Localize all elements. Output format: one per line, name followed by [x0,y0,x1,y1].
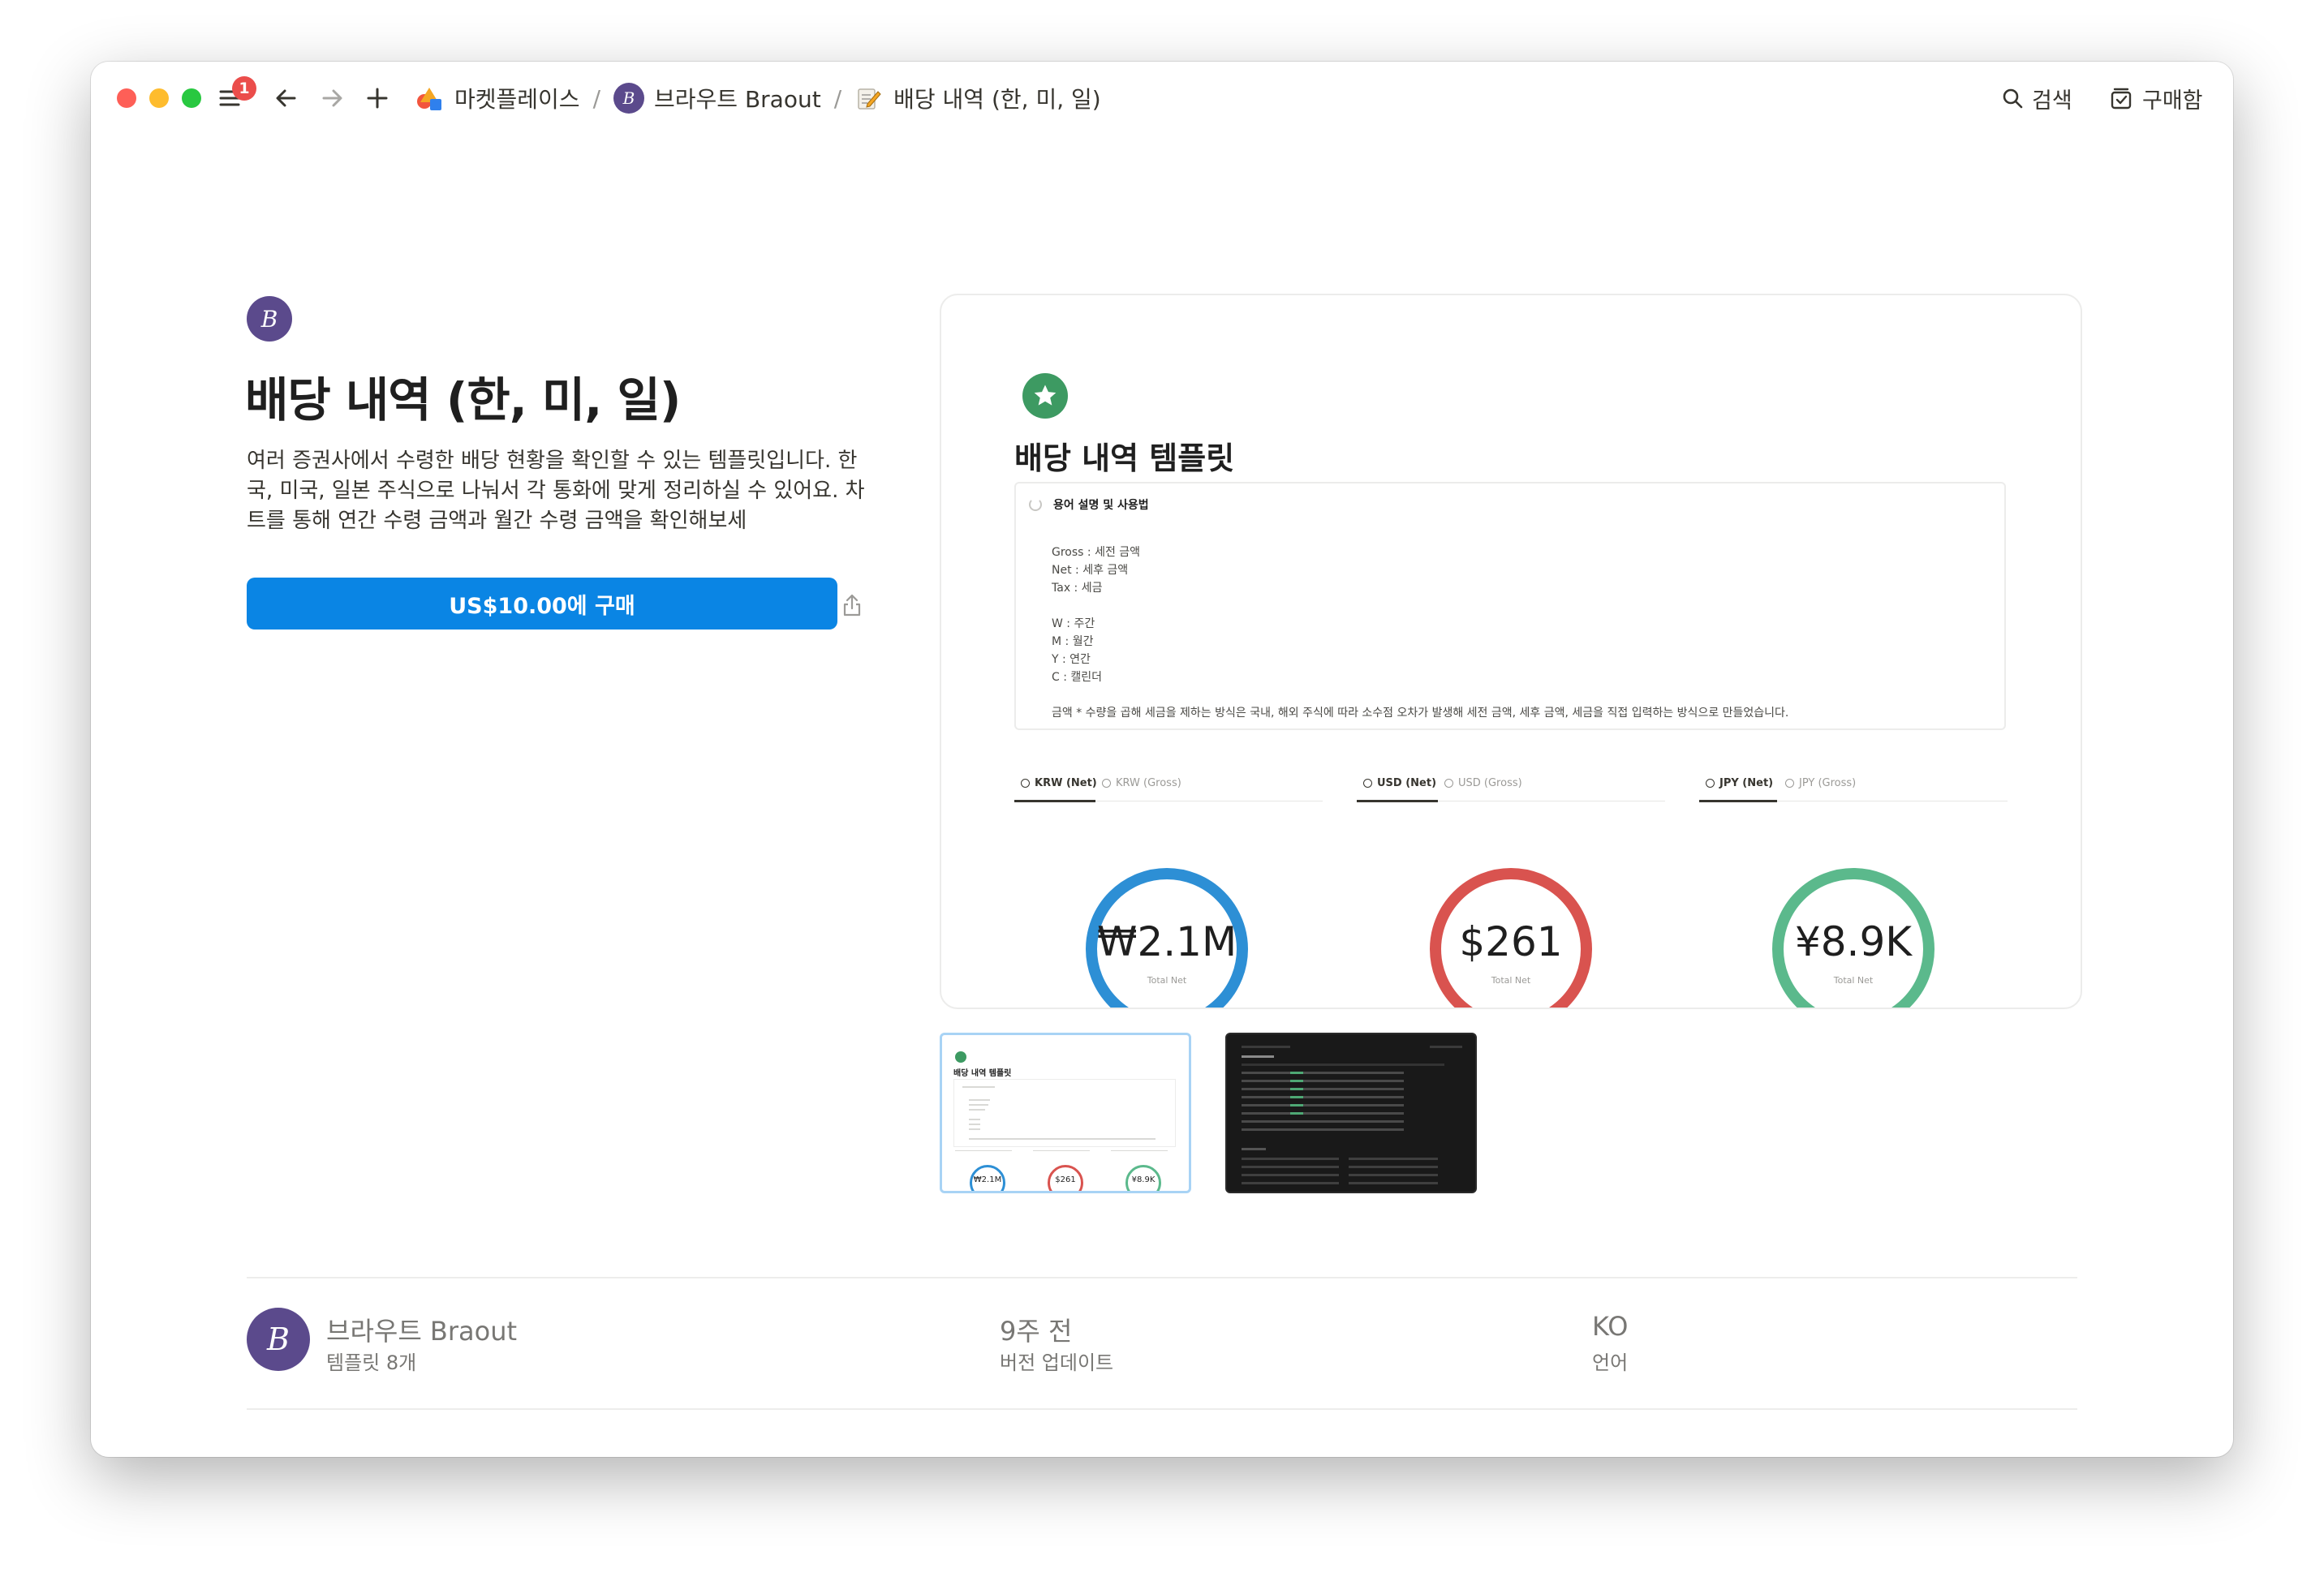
breadcrumb-label: 마켓플레이스 [454,86,580,113]
loading-icon [1029,498,1042,511]
search-icon [2003,88,2023,109]
tab-jpy-gross[interactable]: JPY (Gross) [1785,777,1856,789]
thumbnail-ring: ₩2.1M [970,1165,1005,1191]
language-value: KO [1592,1311,1629,1342]
thumbnail-1[interactable]: 배당 내역 템플릿 ₩2.1M $261 ¥8.9K [940,1033,1191,1193]
close-window-button[interactable] [117,88,136,108]
thumbnail-ring: $261 [1048,1165,1083,1191]
breadcrumb-label: 배당 내역 (한, 미, 일) [893,86,1101,113]
ring-value: ₩2.1M [1097,918,1237,965]
share-button[interactable] [828,589,876,621]
tab-usd-net[interactable]: USD (Net) [1363,777,1436,789]
ring-krw: ₩2.1M Total Net [1086,868,1248,1008]
callout-line: C : 캘린더 [1052,671,1103,684]
callout-line: M : 월간 [1052,635,1094,648]
callout-header: 용어 설명 및 사용법 [1029,496,1149,513]
creator-template-count: 템플릿 8개 [326,1351,417,1374]
memo-icon [858,88,881,110]
ring-value: ¥8.9K [1794,918,1913,965]
forward-button[interactable] [313,79,351,117]
breadcrumb-marketplace[interactable]: 마켓플레이스 [414,82,580,114]
share-icon [843,594,861,617]
updated-label: 버전 업데이트 [1000,1351,1114,1374]
inbox-label: 구매함 [2142,88,2203,114]
ring-usd: $261 Total Net [1430,868,1592,1008]
creator-avatar[interactable]: B [247,296,292,342]
divider [247,1408,2077,1410]
tab-group-krw: KRW (Net) KRW (Gross) [1014,777,1323,803]
divider [247,1277,2077,1278]
callout-line: Y : 연간 [1052,653,1091,666]
plus-icon [367,88,388,109]
minimize-window-button[interactable] [149,88,169,108]
thumbnail-callout [953,1079,1176,1147]
creator-avatar[interactable]: B [247,1308,310,1371]
tab-usd-gross[interactable]: USD (Gross) [1444,777,1522,789]
notification-badge: 1 [232,76,256,101]
ring-label: Total Net [1491,975,1531,986]
preview-title: 배당 내역 템플릿 [1014,440,1235,476]
ring-label: Total Net [1833,975,1874,986]
callout-box: 용어 설명 및 사용법 Gross : 세전 금액 Net : 세후 금액 Ta… [1014,482,2006,730]
star-badge-icon [1022,373,1068,419]
thumbnail-2[interactable] [1225,1033,1477,1193]
ring-value: $261 [1459,918,1563,965]
creator-name[interactable]: 브라우트 Braout [326,1311,517,1348]
tab-jpy-net[interactable]: JPY (Net) [1706,777,1773,789]
inbox-button[interactable]: 구매함 [2108,79,2203,117]
tab-group-usd: USD (Net) USD (Gross) [1357,777,1665,803]
star-badge-icon [955,1051,966,1063]
zoom-window-button[interactable] [182,88,201,108]
arrow-right-icon [322,89,342,107]
updated-time: 9주 전 [1000,1316,1073,1347]
breadcrumb-creator[interactable]: B 브라우트 Braout [613,82,821,114]
product-description: 여러 증권사에서 수령한 배당 현황을 확인할 수 있는 템플릿입니다. 한국,… [247,449,865,533]
tab-krw-gross[interactable]: KRW (Gross) [1102,777,1181,789]
callout-header-text: 용어 설명 및 사용법 [1053,499,1149,512]
ring-label: Total Net [1147,975,1187,986]
tab-krw-net[interactable]: KRW (Net) [1021,777,1097,789]
thumbnail-title: 배당 내역 템플릿 [953,1069,1012,1078]
marketplace-icon [417,88,441,110]
creator-avatar: B [613,83,644,114]
search-button[interactable]: 검색 [2001,79,2072,117]
inbox-icon [2111,88,2132,110]
callout-line: Tax : 세금 [1052,582,1103,595]
page-title: 배당 내역 (한, 미, 일) [245,372,681,428]
breadcrumb-separator: / [833,84,842,112]
callout-line: Gross : 세전 금액 [1052,546,1141,559]
tab-group-jpy: JPY (Net) JPY (Gross) [1699,777,2008,803]
thumbnail-ring: ¥8.9K [1125,1165,1161,1191]
breadcrumb-label: 브라우트 Braout [654,86,821,113]
title-bar: 1 마켓플레이스 / B 브라우트 Braout / 배당 내역 (한, 미, … [91,62,2233,135]
arrow-left-icon [276,89,296,107]
buy-button[interactable]: US$10.00에 구매 [247,578,837,630]
callout-line: 금액 * 수량을 곱해 세금을 제하는 방식은 국내, 해외 주식에 따라 소수… [1052,707,1789,720]
breadcrumb-template[interactable]: 배당 내역 (한, 미, 일) [854,82,1101,114]
callout-line: Net : 세후 금액 [1052,564,1129,577]
back-button[interactable] [268,79,305,117]
app-window: 1 마켓플레이스 / B 브라우트 Braout / 배당 내역 (한, 미, … [91,62,2233,1457]
callout-line: W : 주간 [1052,617,1095,630]
ring-jpy: ¥8.9K Total Net [1772,868,1935,1008]
language-label: 언어 [1592,1351,1629,1374]
template-preview[interactable]: 배당 내역 템플릿 용어 설명 및 사용법 Gross : 세전 금액 Net … [940,294,2082,1009]
breadcrumb-separator: / [592,84,600,112]
search-label: 검색 [2032,88,2072,114]
breadcrumb: 마켓플레이스 / B 브라우트 Braout / 배당 내역 (한, 미, 일) [414,79,1101,117]
new-tab-button[interactable] [359,79,396,117]
